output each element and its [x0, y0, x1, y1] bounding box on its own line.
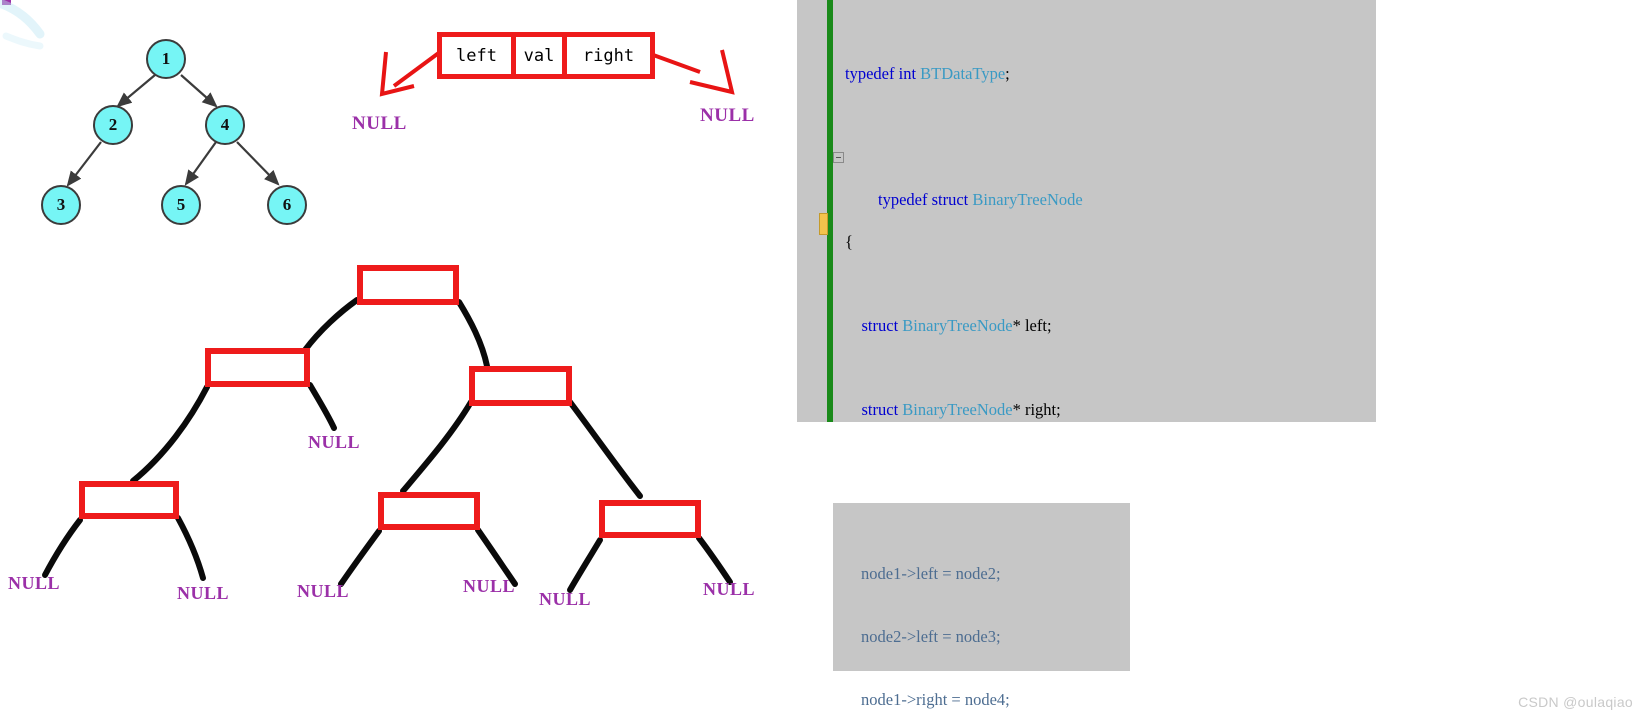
fold-toggle-struct[interactable] [833, 152, 844, 163]
tree-node-4-label: 4 [220, 115, 230, 134]
lower-tree-left-child-box [205, 348, 310, 387]
tree-node-2-label: 2 [108, 115, 118, 134]
lower-null-label-6: NULL [539, 589, 592, 609]
lower-tree-right-child-box [469, 366, 572, 406]
lower-tree-hand-drawn-edges [42, 297, 733, 593]
link-line-1: node1->left = node2; [861, 564, 1001, 583]
struct-node-box: left val right [437, 32, 655, 79]
struct-cell-left: left [442, 37, 516, 74]
tree-node-1-label: 1 [161, 49, 171, 68]
tree-node-3: 3 [41, 185, 81, 225]
tree-node-1: 1 [146, 39, 186, 79]
lower-null-label-1: NULL [308, 432, 361, 452]
lower-tree-root-box [357, 265, 459, 305]
lower-tree-leaf-box-2 [378, 492, 480, 530]
code-lines-container: typedef int BTDataType; typedef struct B… [797, 0, 1376, 422]
struct-cell-val: val [516, 37, 567, 74]
code-line-5[interactable]: struct BinaryTreeNode* right; [797, 399, 1376, 420]
lower-null-label-4: NULL [297, 581, 350, 601]
lower-null-label-5: NULL [463, 576, 516, 596]
lower-null-label-7: NULL [703, 579, 756, 599]
tree-node-3-label: 3 [56, 195, 66, 214]
lower-pointer-tree-diagram: NULL NULL NULL NULL NULL NULL NULL [0, 250, 790, 620]
lower-null-label-2: NULL [8, 573, 61, 593]
link-line-3: node1->right = node4; [861, 690, 1010, 709]
code-line-4[interactable]: struct BinaryTreeNode* left; [797, 315, 1376, 336]
tree-node-4: 4 [205, 105, 245, 145]
code-line-2[interactable]: typedef struct BinaryTreeNode [797, 147, 1376, 209]
upper-binary-tree-diagram: 1 2 4 3 5 6 [0, 0, 340, 250]
tree-node-5: 5 [161, 185, 201, 225]
struct-right-null-label: NULL [700, 105, 755, 126]
screenshot-root: 1 2 4 3 5 6 left val right NULL NULL NUL… [0, 0, 1647, 720]
code-line-1[interactable]: typedef int BTDataType; [797, 63, 1376, 84]
tree-node-6-label: 6 [282, 195, 292, 214]
code-line-3[interactable]: { [797, 231, 1376, 252]
tree-node-2: 2 [93, 105, 133, 145]
lower-null-label-3: NULL [177, 583, 230, 603]
source-code-editor[interactable]: typedef int BTDataType; typedef struct B… [797, 0, 1376, 422]
decorative-smear [0, 0, 45, 50]
lower-tree-leaf-box-3 [599, 500, 701, 538]
link-line-2: node2->left = node3; [861, 627, 1001, 646]
csdn-watermark: CSDN @oulaqiao [1518, 694, 1633, 710]
node-linking-snippet[interactable]: node1->left = node2; node2->left = node3… [833, 503, 1130, 709]
tree-node-5-label: 5 [176, 195, 186, 214]
struct-left-null-label: NULL [352, 113, 407, 134]
struct-cell-right: right [582, 45, 635, 66]
lower-tree-leaf-box-1 [79, 481, 179, 519]
tree-node-6: 6 [267, 185, 307, 225]
